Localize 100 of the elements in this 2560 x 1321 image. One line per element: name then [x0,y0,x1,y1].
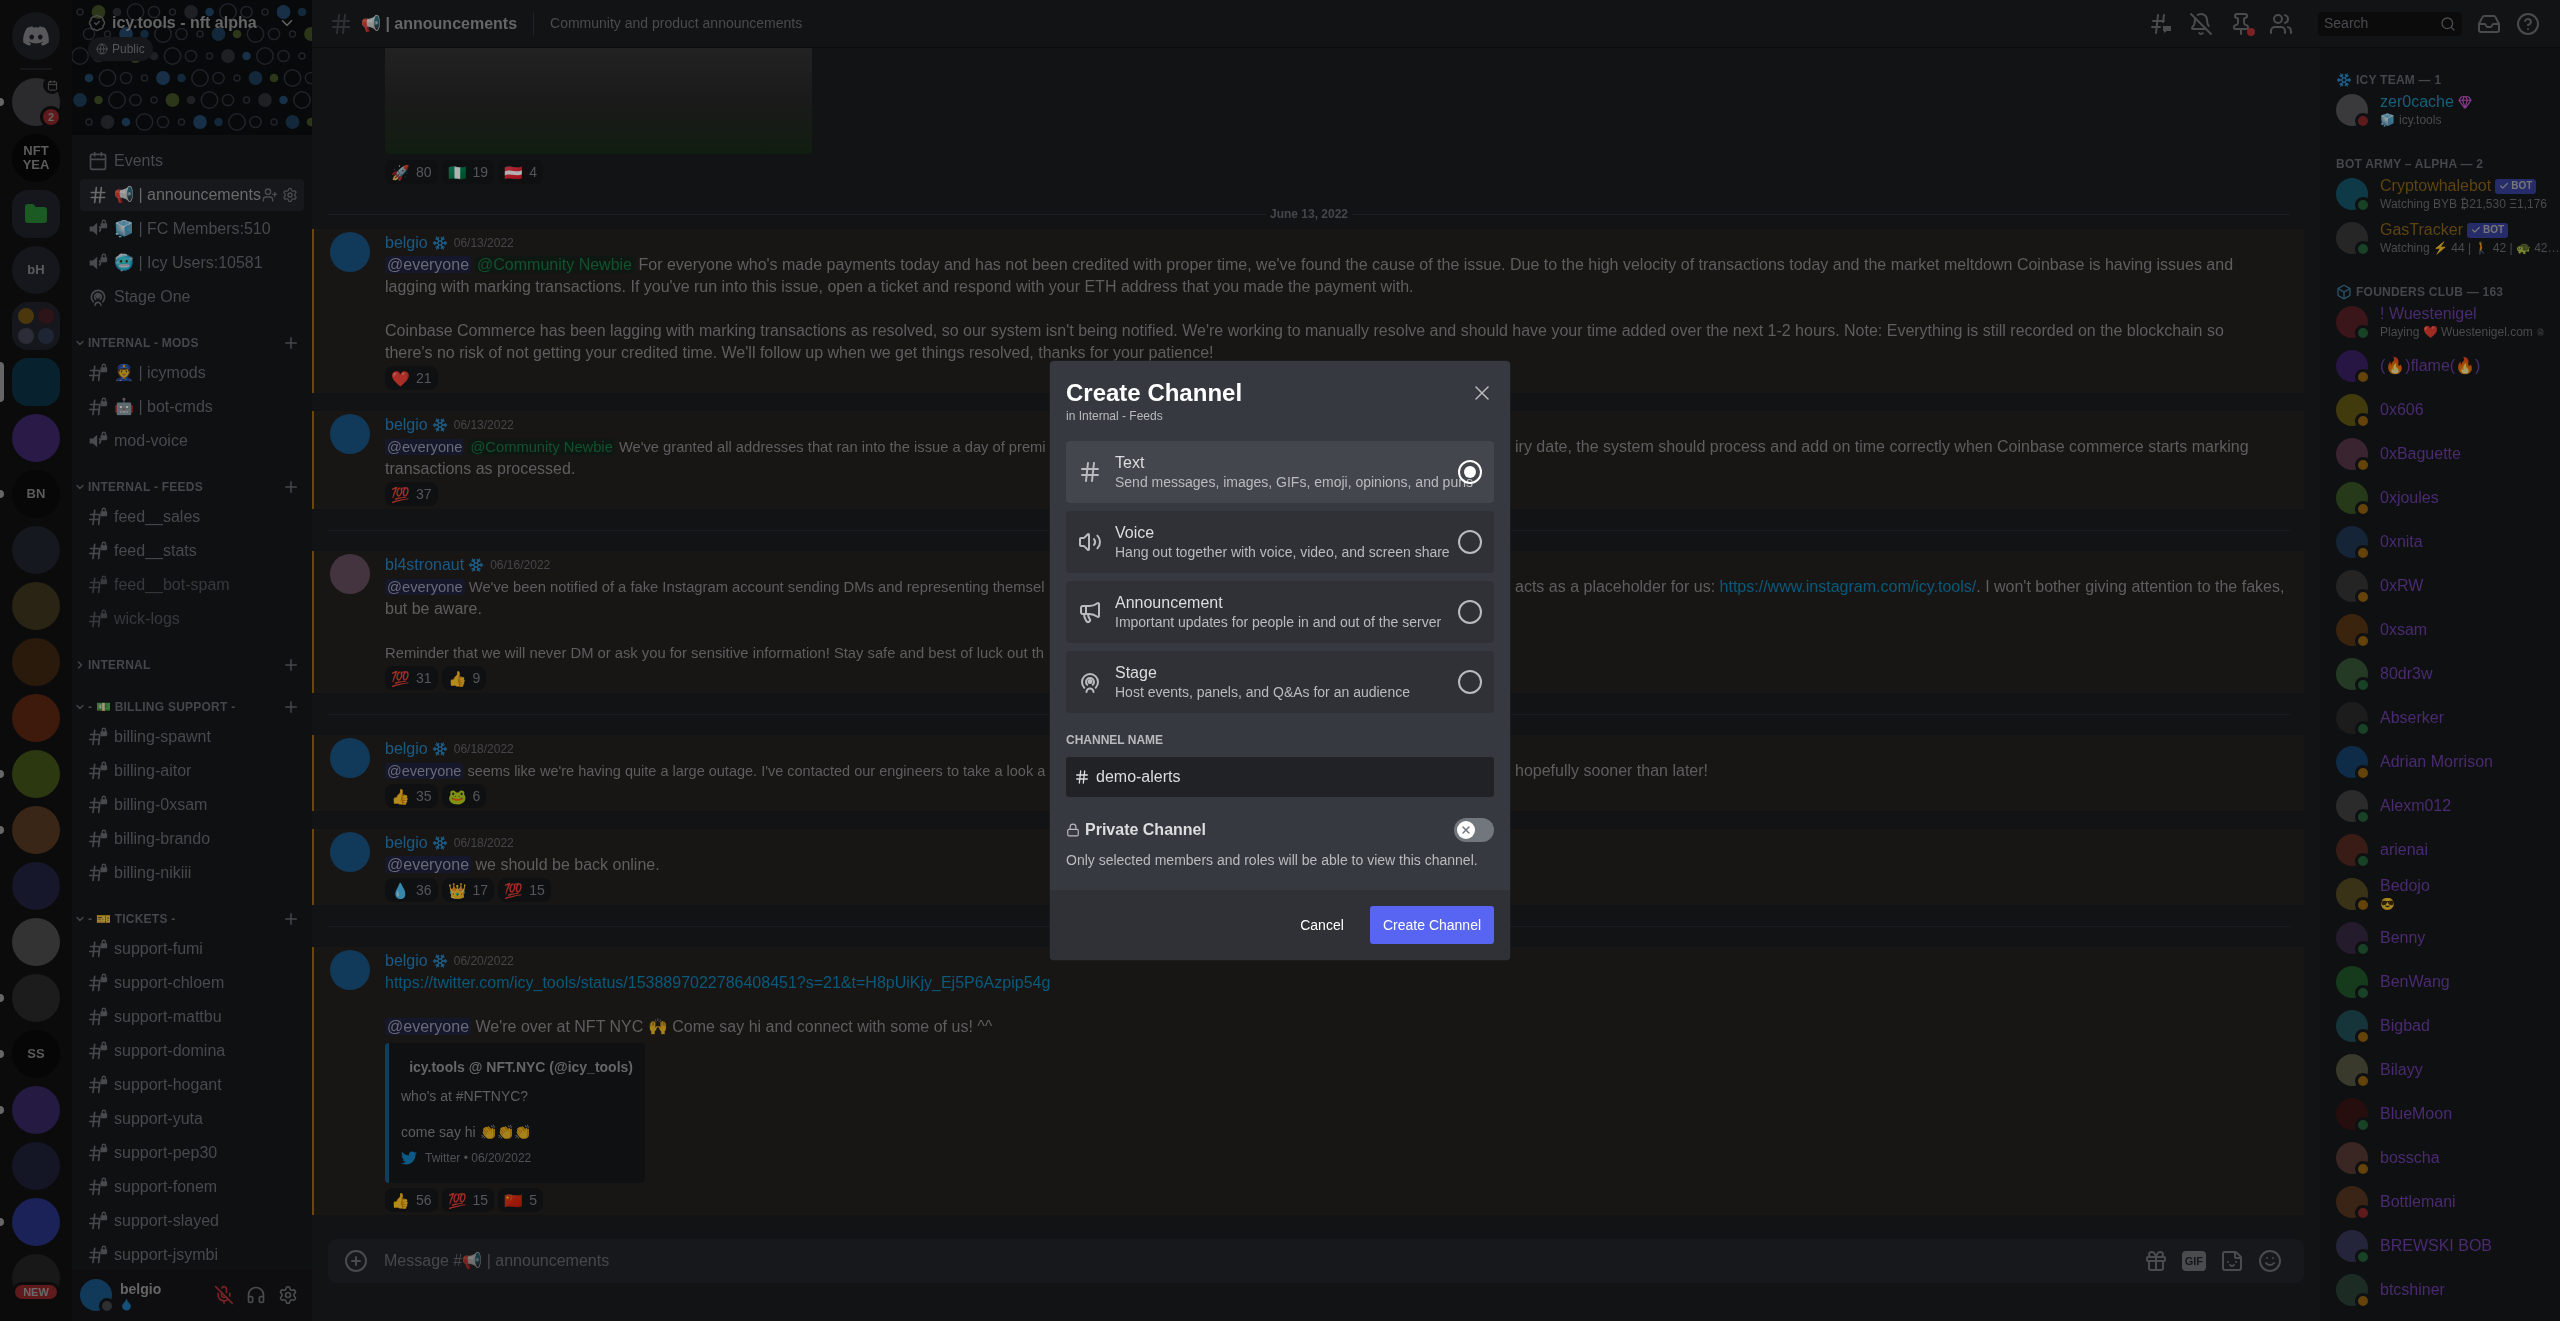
member-avatar[interactable] [2336,658,2368,690]
category-header[interactable]: - 🎫 TICKETS - [74,910,282,928]
category-header[interactable]: INTERNAL [74,656,282,674]
message-link[interactable]: https://twitter.com/icy_tools/status/1538897022786408451?s=21&t=H8pUiKjy_Ej5P6Azpip54g [385,974,1051,991]
server-name[interactable]: icy.tools - nft alpha [112,11,278,35]
reaction-button[interactable]: 🇦🇹 4 [498,160,543,184]
radio-button[interactable] [1458,600,1482,624]
threads-button[interactable] [2149,11,2173,36]
member-avatar[interactable] [2336,878,2368,910]
user-avatar[interactable] [330,832,370,872]
member-avatar[interactable] [2336,570,2368,602]
reaction-button[interactable]: 👍 9 [441,666,487,690]
author-name[interactable]: belgio [385,738,428,760]
server-button[interactable]: BN [12,470,60,518]
mention[interactable]: @everyone [385,1018,472,1035]
member-name[interactable]: Adrian Morrison [2380,752,2493,772]
channel-name-input[interactable]: demo-alerts [1096,765,1486,789]
member-avatar[interactable] [2336,526,2368,558]
member-avatar[interactable] [2336,1098,2368,1130]
channel-item[interactable]: 👮 | icymods [80,357,304,389]
channel-item[interactable]: 📢 | announcements [80,179,304,211]
member-name[interactable]: BREWSKI BOB [2380,1236,2493,1256]
reaction-button[interactable]: 🐸 6 [441,784,487,808]
channel-item[interactable]: support-domina [80,1035,304,1067]
member-name[interactable]: BlueMoon [2380,1104,2453,1124]
member-name[interactable]: Bigbad [2380,1016,2430,1036]
channel-item[interactable]: support-pep30 [80,1137,304,1169]
message-link[interactable]: https://www.instagram.com/icy.tools/ [1719,578,1977,595]
author-name[interactable]: bl4stronaut [385,554,465,576]
channel-item[interactable]: Events [80,145,304,177]
member-name[interactable]: 0xsam [2380,620,2428,640]
member-avatar[interactable] [2336,1142,2368,1174]
category-header[interactable]: INTERNAL - MODS [74,334,282,352]
add-channel-button[interactable] [282,478,300,496]
member-name[interactable]: 80dr3w [2380,664,2433,684]
member-avatar[interactable] [2336,922,2368,954]
server-button[interactable] [12,1198,60,1246]
radio-button[interactable] [1458,670,1482,694]
gift-button[interactable] [2143,1249,2168,1273]
member-avatar[interactable] [2336,966,2368,998]
author-name[interactable]: belgio [385,832,428,854]
channel-item[interactable]: support-hogant [80,1069,304,1101]
mention[interactable]: @everyone [385,256,472,273]
channel-item[interactable]: Stage One [80,281,304,313]
member-name[interactable]: arienai [2380,840,2429,860]
channel-type-option[interactable]: Stage Host events, panels, and Q&As for an audience [1066,651,1494,713]
member-name[interactable]: Alexm012 [2380,796,2452,816]
reaction-button[interactable]: ❤ 21 [385,366,438,390]
add-user-icon[interactable] [262,187,278,203]
member-avatar[interactable] [2336,438,2368,470]
server-button[interactable]: SS [12,1030,60,1078]
category-header[interactable]: INTERNAL - FEEDS [74,478,282,496]
user-avatar[interactable] [330,950,370,990]
sticker-button[interactable] [2220,1249,2244,1273]
mention[interactable]: @everyone [385,579,465,595]
reaction-button[interactable]: 🇨🇳 5 [498,1188,543,1212]
attach-button[interactable] [344,1249,368,1273]
channel-item[interactable]: feed__sales [80,501,304,533]
search-input[interactable]: Search [2324,13,2440,34]
user-avatar[interactable] [330,554,370,594]
reaction-button[interactable]: 🇳🇬 19 [441,160,495,184]
server-folder-button[interactable] [12,302,60,350]
channel-item[interactable]: 🤖 | bot-cmds [80,391,304,423]
reaction-button[interactable]: 💧 36 [385,878,438,902]
user-avatar[interactable] [330,232,370,272]
member-avatar[interactable] [2336,1274,2368,1306]
server-button[interactable]: NEW [12,1254,60,1302]
mention[interactable]: @everyone [385,763,464,779]
channel-item[interactable]: billing-0xsam [80,789,304,821]
member-name[interactable]: 0xRW [2380,576,2424,596]
server-button[interactable] [12,862,60,910]
channel-item[interactable]: billing-brando [80,823,304,855]
channel-item[interactable]: billing-spawnt [80,721,304,753]
mention[interactable]: @everyone [385,439,465,455]
channel-name-field[interactable]: demo-alerts [1066,757,1494,797]
create-channel-button[interactable]: Create Channel [1370,906,1494,944]
author-name[interactable]: belgio [385,950,428,972]
member-name[interactable]: BenWang [2380,972,2450,992]
server-button[interactable] [12,582,60,630]
member-name[interactable]: GasTracker [2380,220,2463,240]
member-avatar[interactable] [2336,1010,2368,1042]
member-list-button[interactable] [2269,11,2293,36]
channel-item[interactable]: 🧊 | FC Members:510 [80,213,304,245]
reaction-button[interactable]: 👍 56 [385,1188,438,1212]
member-avatar[interactable] [2336,94,2368,126]
channel-item[interactable]: billing-nikiii [80,857,304,889]
member-avatar[interactable] [2336,482,2368,514]
member-name[interactable]: 0xBaguette [2380,444,2461,464]
channel-item[interactable]: support-jsymbi [80,1239,304,1269]
category-header[interactable]: - 💵 BILLING SUPPORT - [74,698,282,716]
author-name[interactable]: belgio [385,232,428,254]
add-channel-button[interactable] [282,334,300,352]
help-button[interactable] [2516,11,2540,36]
role-mention[interactable]: @Community Newbie [468,439,615,455]
channel-item[interactable]: feed__stats [80,535,304,567]
emoji-button[interactable] [2258,1249,2282,1273]
member-avatar[interactable] [2336,790,2368,822]
add-channel-button[interactable] [282,698,300,716]
member-name[interactable]: ! Wuestenigel [2380,304,2477,324]
member-avatar[interactable] [2336,1186,2368,1218]
